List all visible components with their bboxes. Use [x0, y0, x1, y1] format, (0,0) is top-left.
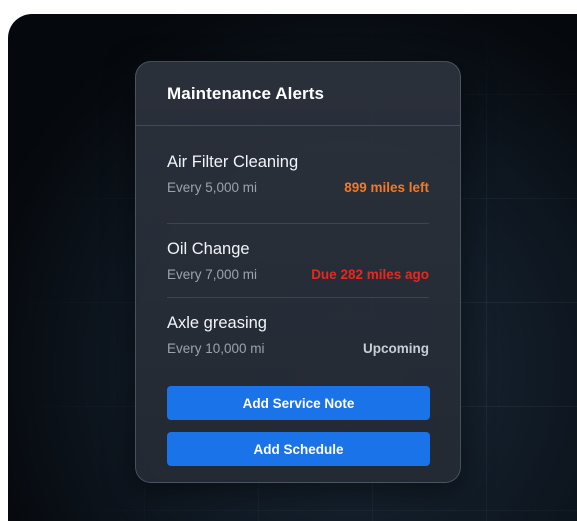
- background-stage: Maintenance Alerts Air Filter Cleaning E…: [8, 14, 577, 521]
- alert-item-air-filter[interactable]: Air Filter Cleaning Every 5,000 mi 899 m…: [167, 150, 429, 224]
- alert-details: Every 10,000 mi Upcoming: [167, 341, 429, 356]
- alert-name: Oil Change: [167, 240, 250, 258]
- add-schedule-button[interactable]: Add Schedule: [167, 432, 430, 466]
- alert-name: Air Filter Cleaning: [167, 153, 299, 171]
- alert-interval: Every 7,000 mi: [167, 267, 258, 282]
- alert-details: Every 5,000 mi 899 miles left: [167, 180, 429, 195]
- alert-item-axle-greasing[interactable]: Axle greasing Every 10,000 mi Upcoming: [167, 298, 429, 372]
- alert-name: Axle greasing: [167, 314, 267, 332]
- alert-status: 899 miles left: [344, 180, 429, 195]
- card-title: Maintenance Alerts: [167, 83, 325, 103]
- card-header: Maintenance Alerts: [136, 62, 460, 126]
- alert-details: Every 7,000 mi Due 282 miles ago: [167, 267, 429, 282]
- alert-interval: Every 10,000 mi: [167, 341, 265, 356]
- alert-status: Due 282 miles ago: [311, 267, 429, 282]
- add-service-note-button[interactable]: Add Service Note: [167, 386, 430, 420]
- alert-item-oil-change[interactable]: Oil Change Every 7,000 mi Due 282 miles …: [167, 224, 429, 298]
- alert-list: Air Filter Cleaning Every 5,000 mi 899 m…: [167, 150, 429, 372]
- alert-interval: Every 5,000 mi: [167, 180, 258, 195]
- alert-status: Upcoming: [363, 341, 429, 356]
- maintenance-alerts-card: Maintenance Alerts Air Filter Cleaning E…: [135, 61, 461, 483]
